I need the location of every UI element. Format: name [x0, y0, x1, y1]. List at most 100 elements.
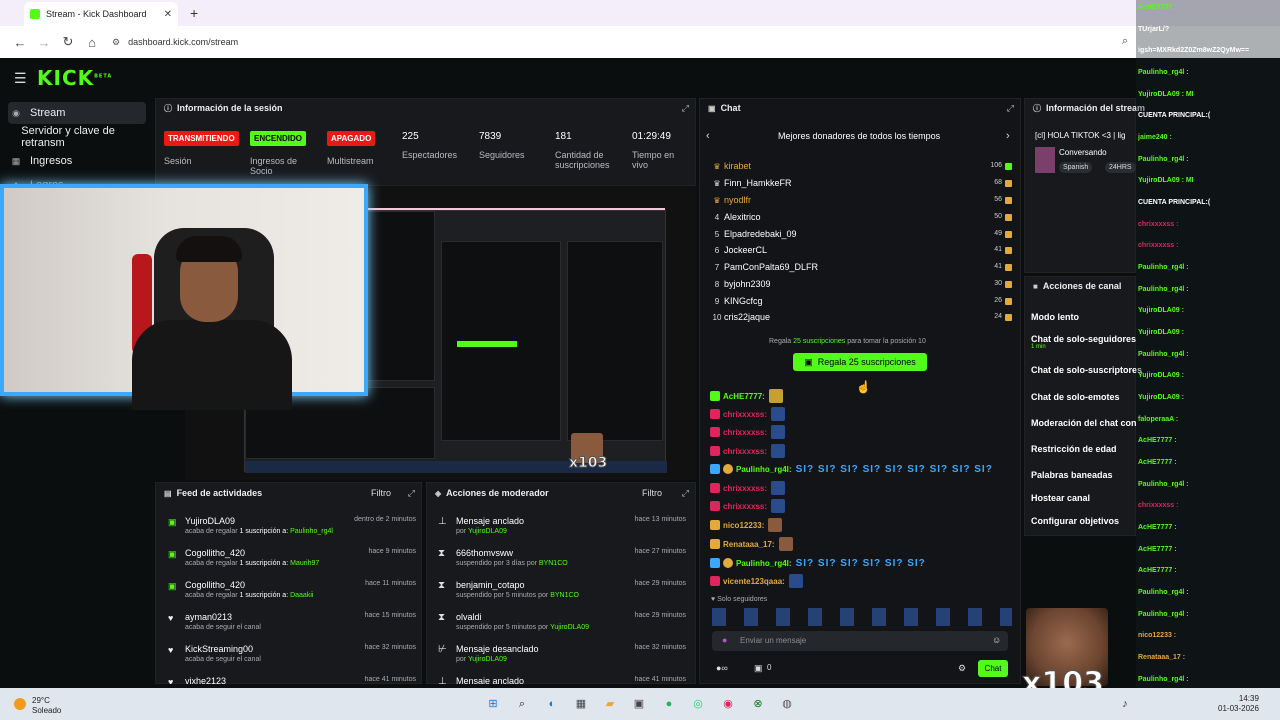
- whatsapp-icon[interactable]: ◎: [690, 696, 706, 712]
- donor-name[interactable]: Alexitrico: [724, 212, 761, 222]
- edge-icon[interactable]: ◐: [544, 696, 560, 712]
- action-slow-mode[interactable]: Modo lento: [1031, 312, 1079, 322]
- action-ai-moderation[interactable]: Moderación del chat con IA: [1031, 418, 1137, 428]
- donor-name[interactable]: cris22jaque: [724, 312, 770, 322]
- popout-icon[interactable]: ⤢: [1007, 103, 1014, 114]
- windows-start-icon[interactable]: ⊞: [485, 696, 501, 712]
- category-name[interactable]: Conversando: [1059, 148, 1107, 157]
- chat-username[interactable]: Paulinho_rg4l:: [736, 465, 792, 474]
- chat-username[interactable]: chrixxxxss:: [723, 447, 767, 456]
- feed-time: dentro de 2 minutos: [354, 516, 416, 523]
- badge-icon: [723, 464, 733, 474]
- site-info-icon[interactable]: ⚙: [112, 37, 120, 48]
- action-configure-goals[interactable]: Configurar objetivos: [1031, 516, 1119, 526]
- sidebar-item-stream[interactable]: ◉ Stream: [8, 102, 146, 124]
- feed-username[interactable]: ayman0213: [185, 612, 232, 622]
- chrome-icon[interactable]: ◉: [720, 696, 736, 712]
- chat-username[interactable]: nico12233:: [723, 521, 764, 530]
- activity-filter-button[interactable]: Filtro: [371, 488, 391, 498]
- feed-username[interactable]: Cogollitho_420: [185, 548, 245, 558]
- kick-logo[interactable]: KICKBETA: [37, 66, 112, 90]
- badge-icon: [710, 501, 720, 511]
- obs-icon[interactable]: ◍: [779, 696, 795, 712]
- sidebar-item-income[interactable]: ▦ Ingresos: [8, 150, 72, 172]
- tag-badge[interactable]: 24HRS: [1105, 162, 1136, 173]
- action-host-channel[interactable]: Hostear canal: [1031, 493, 1090, 503]
- url-field[interactable]: ⚙ dashboard.kick.com/stream: [112, 37, 238, 48]
- mod-action-name[interactable]: Mensaje desanclado: [456, 644, 539, 654]
- home-icon[interactable]: ⌂: [80, 35, 104, 50]
- followers-only-notice: ♥ Solo seguidores: [711, 596, 768, 603]
- microphone-icon[interactable]: ♪: [1117, 696, 1133, 712]
- chat-username[interactable]: chrixxxxss:: [723, 428, 767, 437]
- menu-icon[interactable]: ☰: [14, 70, 27, 87]
- emoji-icon[interactable]: ☺: [992, 635, 1001, 645]
- send-chat-button[interactable]: Chat: [978, 660, 1008, 677]
- donor-name[interactable]: KINGcfcg: [724, 296, 763, 306]
- forward-icon[interactable]: →: [32, 35, 56, 50]
- moderator-filter-button[interactable]: Filtro: [642, 488, 662, 498]
- mod-action-name[interactable]: 666thomvsww: [456, 548, 513, 558]
- chat-username[interactable]: chrixxxxss:: [723, 484, 767, 493]
- reload-icon[interactable]: ↻: [56, 34, 80, 50]
- chat-username[interactable]: chrixxxxss:: [723, 502, 767, 511]
- action-banned-words[interactable]: Palabras baneadas: [1031, 470, 1113, 480]
- settings-icon[interactable]: ⚙: [958, 663, 966, 674]
- chat-username[interactable]: vicente123qaaa:: [723, 577, 785, 586]
- popout-icon[interactable]: ⤢: [682, 488, 689, 499]
- gift-icon[interactable]: ▣: [754, 663, 763, 674]
- action-subscribers-only[interactable]: Chat de solo-suscriptores: [1031, 365, 1142, 375]
- close-tab-icon[interactable]: ✕: [164, 9, 172, 20]
- popout-icon[interactable]: ⤢: [408, 488, 415, 499]
- donor-row: 4 Alexitrico 50: [710, 211, 1014, 227]
- sidebar-item-server-key[interactable]: Servidor y clave de retransm: [8, 125, 155, 149]
- donor-name[interactable]: byjohn2309: [724, 279, 771, 289]
- mod-action-name[interactable]: benjamin_cotapo: [456, 580, 525, 590]
- overlay-chat-line: Paulinho_rg4l :: [1138, 675, 1189, 683]
- new-tab-icon[interactable]: +: [190, 5, 198, 21]
- feed-username[interactable]: vixhe2123: [185, 676, 226, 684]
- chat-text: SI? SI? SI? SI? SI? SI?: [795, 557, 926, 569]
- weather-widget[interactable]: 29°C Soleado: [14, 696, 61, 716]
- action-followers-only[interactable]: Chat de solo-seguidores 1 min: [1031, 334, 1136, 350]
- donor-name[interactable]: nyodlfr: [724, 195, 751, 205]
- chat-username[interactable]: Paulinho_rg4l:: [736, 559, 792, 568]
- donor-name[interactable]: Elpadredebaki_09: [724, 229, 797, 239]
- tag-badge[interactable]: Spanish: [1059, 162, 1093, 173]
- chat-username[interactable]: chrixxxxss:: [723, 410, 767, 419]
- mod-action-name[interactable]: Mensaje anclado: [456, 676, 524, 684]
- spotify-icon[interactable]: ●: [661, 696, 677, 712]
- popout-icon[interactable]: ⤢: [682, 103, 689, 114]
- store-icon[interactable]: ▦: [573, 696, 589, 712]
- action-emotes-only[interactable]: Chat de solo-emotes: [1031, 392, 1120, 402]
- emote-bar[interactable]: [712, 608, 1012, 626]
- feed-username[interactable]: Cogollitho_420: [185, 580, 245, 590]
- list-item: ⧗ benjamin_cotapo hace 29 minutos suspendid…: [436, 580, 690, 610]
- donor-name[interactable]: Finn_HamkkeFR: [724, 178, 792, 188]
- prev-leaderboard-icon[interactable]: ‹: [706, 130, 710, 142]
- file-explorer-icon[interactable]: ▰: [602, 696, 618, 712]
- chat-username[interactable]: AcHE7777:: [723, 392, 765, 401]
- chat-username[interactable]: Renataaa_17:: [723, 540, 775, 549]
- feed-username[interactable]: KickStreaming00: [185, 644, 253, 654]
- donor-name[interactable]: kirabet: [724, 161, 751, 171]
- mod-action-name[interactable]: Mensaje anclado: [456, 516, 524, 526]
- browser-tab[interactable]: Stream - Kick Dashboard ✕: [24, 2, 178, 26]
- connection-icon[interactable]: ●∞: [716, 663, 728, 673]
- xbox-icon[interactable]: ⊗: [750, 696, 766, 712]
- chat-input[interactable]: ● Enviar un mensaje ☺: [712, 631, 1008, 651]
- back-icon[interactable]: ←: [8, 35, 32, 50]
- next-leaderboard-icon[interactable]: ›: [1006, 130, 1010, 142]
- action-age-restriction[interactable]: Restricción de edad: [1031, 444, 1117, 454]
- category-thumbnail[interactable]: [1035, 147, 1055, 173]
- gift-subscriptions-button[interactable]: ▣ Regala 25 suscripciones: [793, 353, 927, 371]
- zoom-icon[interactable]: ⌕: [1122, 35, 1128, 48]
- feed-username[interactable]: YujiroDLA09: [185, 516, 235, 526]
- app-icon[interactable]: ▣: [631, 696, 647, 712]
- donor-name[interactable]: JockeerCL: [724, 245, 767, 255]
- emote-picker-icon[interactable]: ●: [722, 635, 727, 645]
- mod-action-name[interactable]: olvaldi: [456, 612, 482, 622]
- system-clock[interactable]: 14:39 01-03-2026: [1218, 694, 1259, 714]
- donor-name[interactable]: PamConPalta69_DLFR: [724, 262, 818, 272]
- search-icon[interactable]: ⌕: [514, 696, 530, 712]
